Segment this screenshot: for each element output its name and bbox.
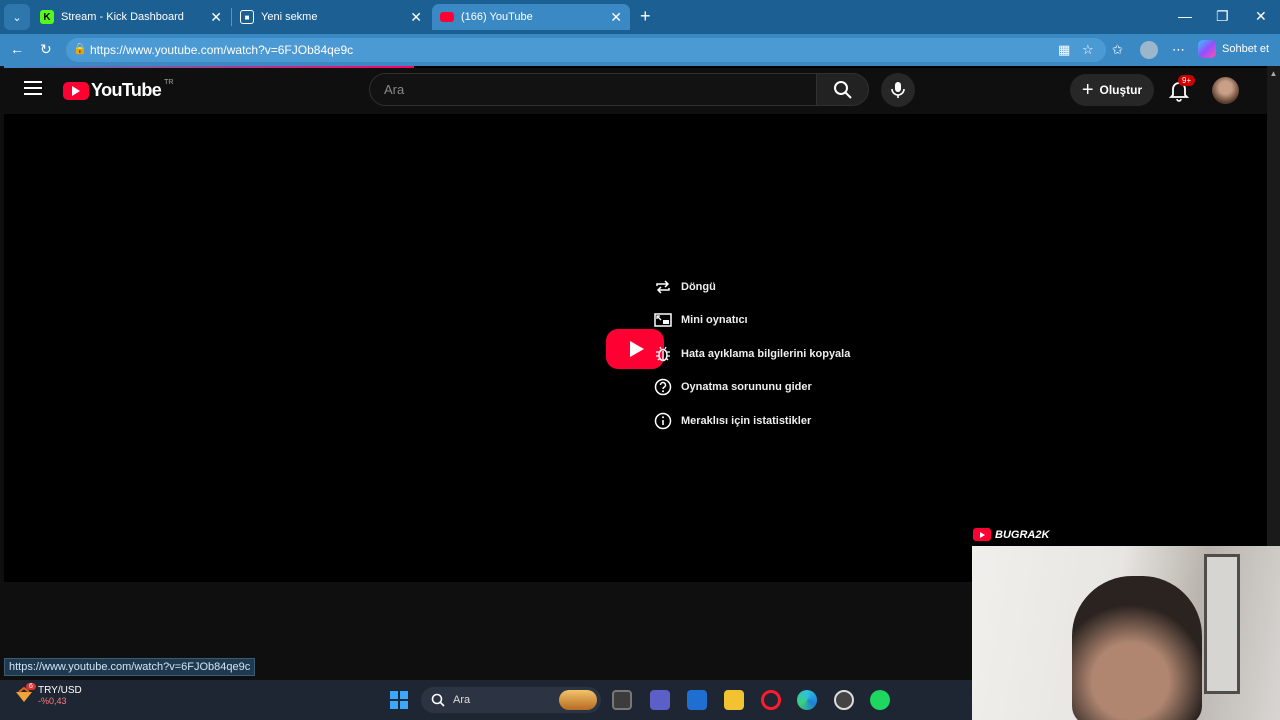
voice-search-button[interactable] (881, 73, 915, 107)
menu-icon[interactable] (24, 81, 42, 95)
context-menu-item-loop[interactable]: Döngü (644, 270, 864, 304)
copilot-button[interactable]: Sohbet et (1198, 40, 1269, 58)
windows-logo-icon (390, 691, 398, 699)
microphone-icon (891, 82, 905, 98)
close-window-icon[interactable]: ✕ (1255, 8, 1267, 25)
player-context-menu: Döngü Mini oynatıcı Hata ayıklama bilgil… (644, 270, 864, 438)
taskbar-search-label: Ara (453, 694, 471, 706)
restore-icon[interactable]: ❐ (1216, 8, 1229, 25)
context-menu-item-troubleshoot[interactable]: Oynatma sorununu gider (644, 371, 864, 405)
search-button[interactable] (816, 73, 869, 106)
url-field[interactable]: 🔒 https://www.youtube.com/watch?v=6FJOb8… (66, 38, 1106, 62)
tab-title: Stream - Kick Dashboard (61, 11, 184, 23)
search-icon (431, 693, 445, 707)
bug-icon (656, 346, 670, 361)
info-icon (654, 412, 672, 429)
status-url-text: https://www.youtube.com/watch?v=6FJOb84q… (9, 661, 251, 673)
minimize-icon[interactable]: — (1178, 8, 1192, 24)
account-avatar[interactable] (1212, 77, 1239, 104)
favorite-star-icon[interactable]: ☆ (1082, 42, 1094, 58)
youtube-play-logo-icon (63, 81, 89, 100)
loop-icon (656, 280, 670, 294)
tab-title: (166) YouTube (461, 11, 533, 23)
search-input[interactable]: Ara (369, 73, 816, 106)
context-menu-item-copy-debug[interactable]: Hata ayıklama bilgilerini kopyala (644, 337, 864, 371)
store-icon[interactable] (687, 690, 707, 710)
youtube-home-logo[interactable]: YouTube TR (63, 79, 174, 101)
new-tab-icon: ■ (240, 10, 254, 24)
start-button[interactable] (390, 691, 408, 709)
webcam-person (1072, 576, 1202, 720)
search-placeholder: Ara (384, 82, 405, 97)
context-menu-label: Hata ayıklama bilgilerini kopyala (681, 347, 851, 360)
tab-actions-menu-button[interactable]: ⌄ (4, 4, 30, 30)
profile-avatar[interactable] (1140, 41, 1158, 59)
tab-youtube[interactable]: (166) YouTube ✕ (432, 4, 630, 30)
favorites-icon[interactable]: ✩ (1112, 42, 1123, 58)
opera-icon[interactable] (761, 690, 781, 710)
webcam-overlay (972, 546, 1280, 720)
task-view-icon[interactable] (612, 690, 632, 710)
currency-change: -%0,43 (38, 696, 67, 706)
country-code: TR (164, 79, 174, 86)
edge-icon[interactable] (797, 690, 817, 710)
taskbar-search[interactable]: Ara (421, 687, 601, 713)
context-menu-label: Döngü (681, 280, 716, 293)
create-label: Oluştur (1099, 83, 1143, 97)
channel-name: BUGRA2K (995, 528, 1050, 541)
notification-count-badge: 9+ (1178, 75, 1196, 86)
copilot-label: Sohbet et (1222, 43, 1270, 55)
widgets-button[interactable]: 6 TRY/USD -%0,43 (14, 682, 82, 706)
close-tab-icon[interactable]: ✕ (210, 9, 222, 26)
chevron-down-icon: ⌄ (12, 11, 22, 24)
scroll-up-arrow-icon[interactable]: ▲ (1267, 69, 1280, 78)
help-icon (654, 379, 672, 396)
webcam-window-frame (1204, 554, 1240, 694)
context-menu-item-miniplayer[interactable]: Mini oynatıcı (644, 304, 864, 338)
new-tab-button[interactable]: + (640, 6, 651, 27)
teams-icon[interactable] (650, 690, 670, 710)
file-explorer-icon[interactable] (724, 690, 744, 710)
youtube-logo-icon (440, 12, 454, 22)
kick-logo-icon: K (40, 10, 54, 24)
tab-new-tab[interactable]: ■ Yeni sekme ✕ (232, 4, 430, 30)
close-tab-icon[interactable]: ✕ (410, 9, 422, 26)
link-status-bar: https://www.youtube.com/watch?v=6FJOb84q… (4, 658, 256, 676)
tab-title: Yeni sekme (261, 11, 318, 23)
lock-icon: 🔒 (73, 43, 87, 55)
context-menu-label: Mini oynatıcı (681, 314, 748, 327)
copilot-icon (1198, 40, 1216, 58)
create-button[interactable]: + Oluştur (1070, 74, 1154, 106)
webcam-channel-label: BUGRA2K (973, 528, 1049, 541)
url-text: https://www.youtube.com/watch?v=6FJOb84q… (90, 43, 354, 57)
youtube-masthead: YouTube TR Ara + Oluştur 9+ (4, 68, 1275, 114)
tab-kick-dashboard[interactable]: K Stream - Kick Dashboard ✕ (32, 4, 230, 30)
search-icon (833, 80, 852, 99)
youtube-wordmark: YouTube (91, 80, 162, 100)
address-bar-row: ← ↻ 🔒 https://www.youtube.com/watch?v=6F… (0, 34, 1280, 66)
context-menu-label: Meraklısı için istatistikler (681, 414, 812, 427)
trend-widget-icon: 6 (14, 682, 36, 706)
miniplayer-icon (654, 313, 672, 327)
widget-badge: 6 (26, 682, 36, 690)
play-icon (630, 341, 644, 357)
spotify-icon[interactable] (870, 690, 890, 710)
youtube-logo-icon (973, 528, 991, 541)
refresh-icon[interactable]: ↻ (40, 41, 52, 58)
app-available-icon[interactable]: ▦ (1058, 42, 1070, 58)
more-menu-icon[interactable]: ⋯ (1172, 42, 1185, 58)
currency-pair: TRY/USD (38, 685, 82, 696)
close-tab-icon[interactable]: ✕ (610, 9, 622, 26)
search-highlight-image (559, 690, 597, 710)
back-arrow-icon[interactable]: ← (10, 41, 24, 57)
obs-icon[interactable] (834, 690, 854, 710)
plus-icon: + (1081, 79, 1094, 101)
context-menu-label: Oynatma sorununu gider (681, 381, 812, 394)
context-menu-item-stats-for-nerds[interactable]: Meraklısı için istatistikler (644, 404, 864, 438)
